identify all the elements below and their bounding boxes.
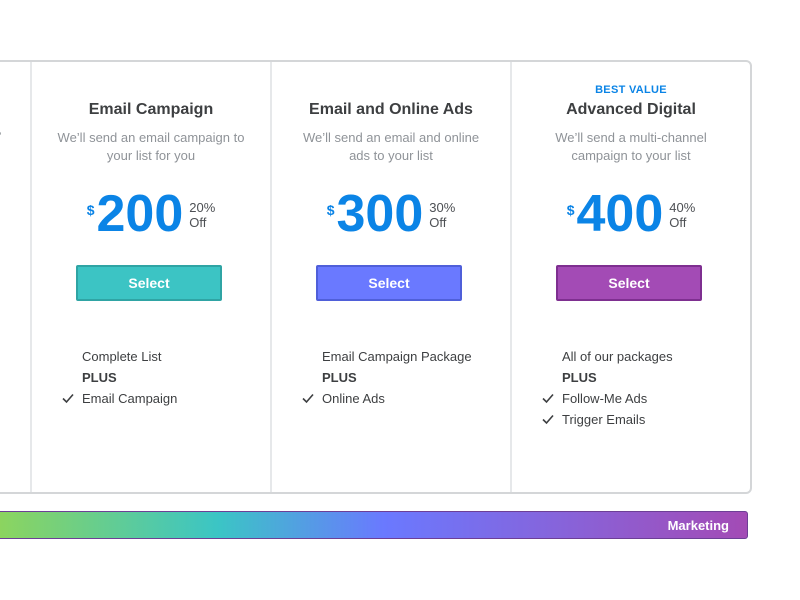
feature-text: PLUS: [562, 370, 597, 385]
discount-word: Off: [189, 215, 207, 230]
feature-text: Trigger Emails: [562, 412, 646, 427]
feature-plus-label: PLUS: [542, 367, 742, 388]
plan-card-email-campaign: Email Campaign We’ll send an email campa…: [32, 62, 270, 492]
currency-symbol: $: [566, 202, 575, 218]
plan-card-advanced-digital: BEST VALUE Advanced Digital We’ll send a…: [512, 62, 750, 492]
previous-plan-column: [0, 62, 30, 492]
plan-card-email-and-online-ads: Email and Online Ads We’ll send an email…: [272, 62, 510, 492]
feature-text: Complete List: [82, 349, 162, 364]
feature-item: Complete List: [62, 346, 262, 367]
feature-text: PLUS: [322, 370, 357, 385]
discount-percent: 30%: [429, 200, 456, 215]
price-block: $ 400 40% Off: [512, 184, 750, 244]
feature-text: PLUS: [82, 370, 117, 385]
feature-item: Email Campaign Package: [302, 346, 502, 367]
currency-symbol: $: [86, 202, 95, 218]
previous-plan-fragment: [0, 132, 1, 135]
feature-text: Email Campaign: [82, 391, 178, 406]
feature-item: Trigger Emails: [542, 409, 742, 430]
discount-label: 40% Off: [669, 200, 695, 230]
plan-title: Email and Online Ads: [309, 101, 473, 118]
discount-word: Off: [429, 215, 447, 230]
plan-title: Email Campaign: [88, 101, 214, 118]
category-label: Marketing: [667, 518, 729, 533]
select-button-email-and-online-ads[interactable]: Select: [316, 265, 462, 301]
check-icon: [62, 390, 74, 406]
best-value-badge: BEST VALUE: [595, 84, 667, 96]
plan-description: We’ll send an email campaign to your lis…: [57, 130, 245, 163]
feature-list: Complete List PLUS Email Campaign: [62, 346, 262, 409]
select-button-email-campaign[interactable]: Select: [76, 265, 222, 301]
feature-text: Online Ads: [322, 391, 385, 406]
feature-item: Online Ads: [302, 388, 502, 409]
price-amount: 300: [336, 185, 424, 243]
feature-item: All of our packages: [542, 346, 742, 367]
currency-symbol: $: [326, 202, 335, 218]
plan-title: Advanced Digital: [566, 101, 696, 118]
feature-plus-label: PLUS: [302, 367, 502, 388]
feature-text: All of our packages: [562, 349, 673, 364]
price-block: $ 300 30% Off: [272, 184, 510, 244]
price-amount: 200: [96, 185, 184, 243]
feature-item: Follow-Me Ads: [542, 388, 742, 409]
price-amount: 400: [576, 185, 664, 243]
select-button-advanced-digital[interactable]: Select: [556, 265, 702, 301]
feature-item: Email Campaign: [62, 388, 262, 409]
feature-plus-label: PLUS: [62, 367, 262, 388]
discount-label: 30% Off: [429, 200, 455, 230]
feature-text: Follow-Me Ads: [562, 391, 648, 406]
plan-description: We’ll send a multi-channel campaign to y…: [555, 130, 707, 163]
marketing-category-bar[interactable]: Marketing: [0, 511, 748, 539]
discount-label: 20% Off: [189, 200, 215, 230]
discount-percent: 20%: [189, 200, 216, 215]
pricing-panel: Email Campaign We’ll send an email campa…: [0, 60, 752, 494]
feature-list: All of our packages PLUS Follow-Me Ads T…: [542, 346, 742, 430]
check-icon: [542, 411, 554, 427]
discount-percent: 40%: [669, 200, 696, 215]
feature-list: Email Campaign Package PLUS Online Ads: [302, 346, 502, 409]
price-block: $ 200 20% Off: [32, 184, 270, 244]
check-icon: [302, 390, 314, 406]
discount-word: Off: [669, 215, 687, 230]
plan-description: We’ll send an email and online ads to yo…: [302, 130, 480, 163]
feature-text: Email Campaign Package: [322, 349, 472, 364]
check-icon: [542, 390, 554, 406]
